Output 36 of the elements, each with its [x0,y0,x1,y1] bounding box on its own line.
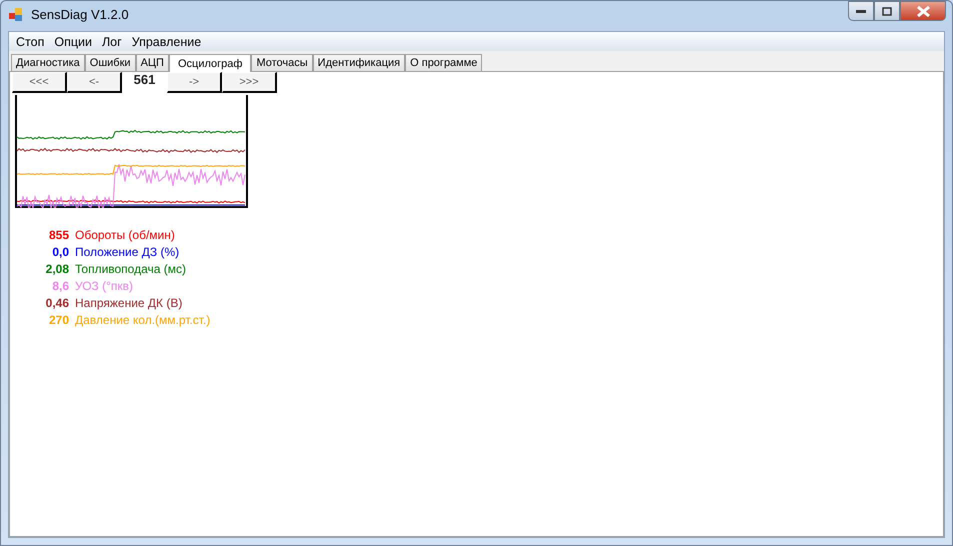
maximize-button[interactable] [874,1,900,21]
tab[interactable]: АЦП [136,54,169,71]
position-counter: 561 [132,71,156,90]
channel-label: Топливоподача (мс) [75,261,186,278]
close-button[interactable] [900,1,946,21]
tab[interactable]: Моточасы [251,54,313,71]
channel-value: 270 [48,313,69,327]
channel-label: Обороты (об/мин) [75,227,175,244]
tab[interactable]: Идентификация [312,54,406,71]
channel-value: 8,6 [52,279,69,293]
channel-value: 0,0 [52,245,69,259]
channel-label: Положение ДЗ (%) [75,244,180,261]
tab[interactable]: Ошибки [84,54,136,71]
minimize-button[interactable] [848,1,874,21]
channel-label: Напряжение ДК (В) [75,295,182,312]
channel-label: УОЗ (°пкв) [75,278,134,295]
menu-item[interactable]: Опции [49,33,97,51]
menu-item[interactable]: Управление [126,33,206,51]
maximize-icon [882,6,892,16]
tab[interactable]: Диагностика [11,54,85,71]
menu-item[interactable]: Стоп [11,33,50,51]
tab[interactable]: О программе [405,54,482,71]
app-icon [9,8,23,22]
menu-item[interactable]: Лог [96,33,127,51]
channel-value: 855 [48,228,69,242]
nav-button[interactable]: >>> [222,72,277,93]
minimize-icon [856,10,866,12]
close-icon [916,6,930,16]
channel-value: 0,46 [46,296,69,310]
channel-value: 2,08 [46,262,69,276]
tab[interactable]: Осцилограф [168,54,252,72]
nav-button[interactable]: <- [67,72,122,93]
nav-button[interactable]: -> [167,72,222,93]
channel-label: Давление кол.(мм.рт.ст.) [75,312,210,329]
nav-button[interactable]: <<< [12,72,67,93]
window-title: SensDiag V1.2.0 [31,6,129,24]
